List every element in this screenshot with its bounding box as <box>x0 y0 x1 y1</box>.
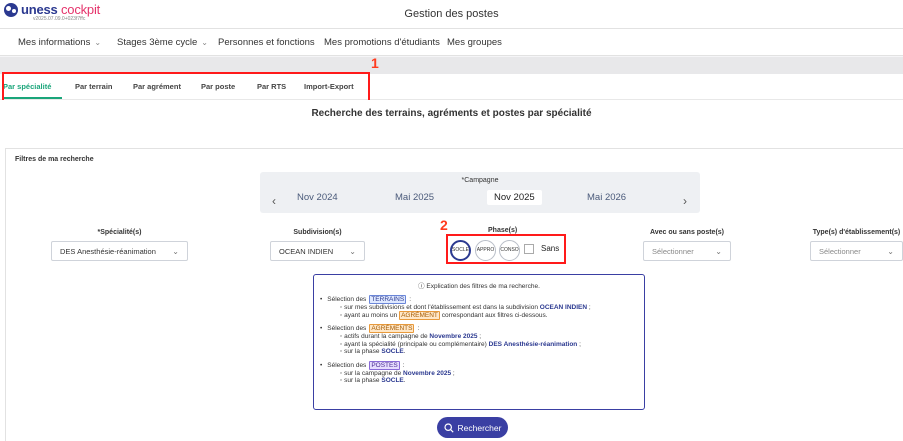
specialite-label: *Spécialité(s) <box>97 229 142 236</box>
subdivision-label: Subdivision(s) <box>293 229 342 236</box>
subdivision-select[interactable]: OCEAN INDIEN ⌄ <box>270 241 365 261</box>
poste-field: Avec ou sans poste(s) Sélectionner ⌄ <box>643 229 731 263</box>
explanation-agrements-head: Sélection desAGRÉMENTS: <box>320 324 591 333</box>
campaign-label: *Campagne <box>461 177 499 184</box>
filters-title: Filtres de ma recherche <box>15 156 94 163</box>
annotation-number-2: 2 <box>440 217 448 233</box>
campaign-option[interactable]: Mai 2026 <box>587 192 626 203</box>
explanation-agrements: Sélection desAGRÉMENTS: actifs durant la… <box>320 324 591 356</box>
poste-label: Avec ou sans poste(s) <box>649 229 725 236</box>
annotation-box-2 <box>446 234 566 264</box>
specialite-select[interactable]: DES Anesthésie-réanimation ⌄ <box>51 241 188 261</box>
postes-tag: POSTES <box>369 360 400 370</box>
list-item: ayant la spécialité (principale ou compl… <box>320 341 591 349</box>
nav-mes-promotions[interactable]: Mes promotions d'étudiants <box>324 37 440 48</box>
agrements-tag: AGRÉMENTS <box>369 324 415 333</box>
etablissement-field: Type(s) d'établissement(s) Sélectionner ⌄ <box>810 229 903 263</box>
explanation-terrains: Sélection desTERRAINS: sur mes subdivisi… <box>320 295 591 320</box>
chevron-down-icon: ⌄ <box>887 247 894 256</box>
search-button[interactable]: Rechercher <box>437 417 508 438</box>
main-title: Recherche des terrains, agréments et pos… <box>311 108 592 119</box>
explanation-postes: Sélection desPOSTES: sur la campagne de … <box>320 360 591 385</box>
poste-select[interactable]: Sélectionner ⌄ <box>643 241 731 261</box>
filters-explanation: ⓘ Explication des filtres de ma recherch… <box>313 274 645 410</box>
campaign-option[interactable]: Nov 2024 <box>297 192 338 203</box>
annotation-number-1: 1 <box>371 55 379 71</box>
campaign-option-selected[interactable]: Nov 2025 <box>487 190 542 205</box>
subdivision-field: Subdivision(s) OCEAN INDIEN ⌄ <box>270 229 365 263</box>
etablissement-select[interactable]: Sélectionner ⌄ <box>810 241 903 261</box>
chevron-down-icon: ⌄ <box>201 38 208 47</box>
terrains-tag: TERRAINS <box>369 295 407 304</box>
subdivision-value: OCEAN INDIEN <box>279 247 334 256</box>
nav-mes-informations[interactable]: Mes informations ⌄ <box>18 37 101 48</box>
phase-label: Phase(s) <box>488 227 518 234</box>
etablissement-placeholder: Sélectionner <box>819 247 861 256</box>
main-nav: Mes informations ⌄ Stages 3ème cycle ⌄ Per… <box>0 29 903 56</box>
campaign-option[interactable]: Mai 2025 <box>395 192 434 203</box>
list-item: sur mes subdivisions et dont l'établisse… <box>320 304 591 312</box>
list-item: sur la phase SOCLE. <box>320 377 591 385</box>
chevron-down-icon: ⌄ <box>715 247 722 256</box>
explanation-terrains-head: Sélection desTERRAINS: <box>320 295 591 304</box>
list-item: ayant au moins un AGRÉMENT correspondant… <box>320 310 591 320</box>
list-item: sur la campagne de Novembre 2025 ; <box>320 370 591 378</box>
explanation-title: ⓘ Explication des filtres de ma recherch… <box>418 283 540 290</box>
search-button-label: Rechercher <box>457 422 502 433</box>
campaign-selector: *Campagne ‹ Nov 2024 Mai 2025 Nov 2025 M… <box>260 172 700 213</box>
etablissement-label: Type(s) d'établissement(s) <box>812 229 901 236</box>
app-header: uness cockpit v2025.07.09.0+023f7ffc Ges… <box>0 0 903 29</box>
campaign-prev-icon[interactable]: ‹ <box>272 194 276 208</box>
nav-mes-groupes[interactable]: Mes groupes <box>447 37 502 48</box>
chevron-down-icon: ⌄ <box>349 247 356 256</box>
page-heading: Gestion des postes <box>404 8 499 20</box>
explanation-postes-head: Sélection desPOSTES: <box>320 360 591 370</box>
poste-placeholder: Sélectionner <box>652 247 694 256</box>
specialite-field: *Spécialité(s) DES Anesthésie-réanimatio… <box>51 229 188 263</box>
chevron-down-icon: ⌄ <box>94 38 102 47</box>
nav-stages-3eme-cycle[interactable]: Stages 3ème cycle ⌄ <box>117 37 208 48</box>
specialite-value: DES Anesthésie-réanimation <box>60 247 156 256</box>
nav-personnes-fonctions[interactable]: Personnes et fonctions <box>218 37 315 48</box>
list-item: sur la phase SOCLE. <box>320 348 591 356</box>
search-icon <box>443 422 454 433</box>
campaign-next-icon[interactable]: › <box>683 194 687 208</box>
annotation-box-1 <box>2 72 370 103</box>
chevron-down-icon: ⌄ <box>172 247 179 256</box>
explanation-list: Sélection desTERRAINS: sur mes subdivisi… <box>320 295 591 390</box>
list-item: actifs durant la campagne de Novembre 20… <box>320 333 591 341</box>
